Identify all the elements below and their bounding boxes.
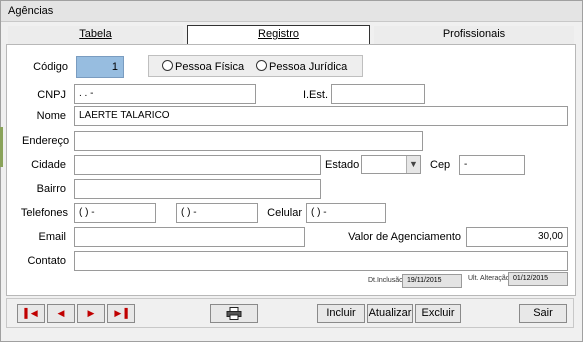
nome-field[interactable]: LAERTE TALARICO bbox=[74, 106, 568, 126]
email-field[interactable] bbox=[74, 227, 305, 247]
tipo-pessoa-group: Pessoa Física Pessoa Jurídica bbox=[148, 55, 363, 77]
endereco-field[interactable] bbox=[74, 131, 423, 151]
cidade-label: Cidade bbox=[31, 159, 66, 171]
bairro-label: Bairro bbox=[36, 183, 66, 195]
ult-alteracao-label: Ult. Alteração bbox=[468, 275, 510, 282]
cidade-field[interactable] bbox=[74, 155, 321, 175]
codigo-field[interactable]: 1 bbox=[76, 56, 124, 78]
first-record-button[interactable]: ▌◀ bbox=[17, 304, 45, 323]
telefone2-field[interactable]: ( ) - bbox=[176, 203, 258, 223]
title-bar: Agências bbox=[1, 1, 582, 22]
iest-field[interactable] bbox=[331, 84, 425, 104]
celular-field[interactable]: ( ) - bbox=[306, 203, 386, 223]
cnpj-field[interactable]: . . - bbox=[74, 84, 256, 104]
window-title: Agências bbox=[8, 5, 54, 17]
telefone1-field[interactable]: ( ) - bbox=[74, 203, 156, 223]
dt-inclusao-field: 19/11/2015 bbox=[402, 274, 462, 288]
codigo-label: Código bbox=[33, 61, 68, 73]
tab-registro[interactable]: Registro bbox=[187, 25, 370, 45]
email-label: Email bbox=[38, 231, 66, 243]
tab-profissionais[interactable]: Profissionais bbox=[374, 26, 574, 44]
excluir-button[interactable]: Excluir bbox=[415, 304, 461, 323]
last-record-button[interactable]: ▶▐ bbox=[107, 304, 135, 323]
print-button[interactable] bbox=[210, 304, 258, 323]
radio-circle-icon bbox=[162, 60, 173, 71]
chevron-down-icon[interactable]: ▼ bbox=[406, 156, 420, 173]
prev-record-button[interactable]: ◀ bbox=[47, 304, 75, 323]
iest-label: I.Est. bbox=[302, 89, 328, 101]
left-accent-bar bbox=[0, 127, 3, 167]
incluir-button[interactable]: Incluir bbox=[317, 304, 365, 323]
next-record-icon: ▶ bbox=[87, 308, 95, 318]
cep-field[interactable]: - bbox=[459, 155, 525, 175]
tab-tabela[interactable]: Tabela bbox=[8, 26, 183, 44]
bairro-field[interactable] bbox=[74, 179, 321, 199]
endereco-label: Endereço bbox=[22, 135, 70, 147]
radio-circle-icon bbox=[256, 60, 267, 71]
valor-agenciamento-label: Valor de Agenciamento bbox=[348, 231, 461, 243]
ult-alteracao-field: 01/12/2015 bbox=[508, 272, 568, 286]
sair-button[interactable]: Sair bbox=[519, 304, 567, 323]
first-record-icon: ▌◀ bbox=[24, 308, 38, 318]
celular-label: Celular bbox=[267, 207, 302, 219]
contato-field[interactable] bbox=[74, 251, 568, 271]
printer-icon bbox=[226, 307, 242, 320]
last-record-icon: ▶▐ bbox=[114, 308, 128, 318]
nome-label: Nome bbox=[36, 110, 66, 122]
telefones-label: Telefones bbox=[20, 207, 68, 219]
atualizar-button[interactable]: Atualizar bbox=[367, 304, 413, 323]
cep-label: Cep bbox=[430, 159, 451, 171]
contato-label: Contato bbox=[27, 255, 66, 267]
prev-record-icon: ◀ bbox=[57, 308, 65, 318]
next-record-button[interactable]: ▶ bbox=[77, 304, 105, 323]
cnpj-label: CNPJ bbox=[37, 89, 66, 101]
estado-select[interactable]: ▼ bbox=[361, 155, 421, 174]
valor-agenciamento-field[interactable]: 30,00 bbox=[466, 227, 568, 247]
dt-inclusao-label: Dt.Inclusão bbox=[368, 277, 404, 284]
pessoa-juridica-radio[interactable]: Pessoa Jurídica bbox=[256, 60, 347, 73]
estado-label: Estado bbox=[325, 159, 360, 171]
pessoa-fisica-radio[interactable]: Pessoa Física bbox=[162, 60, 244, 73]
